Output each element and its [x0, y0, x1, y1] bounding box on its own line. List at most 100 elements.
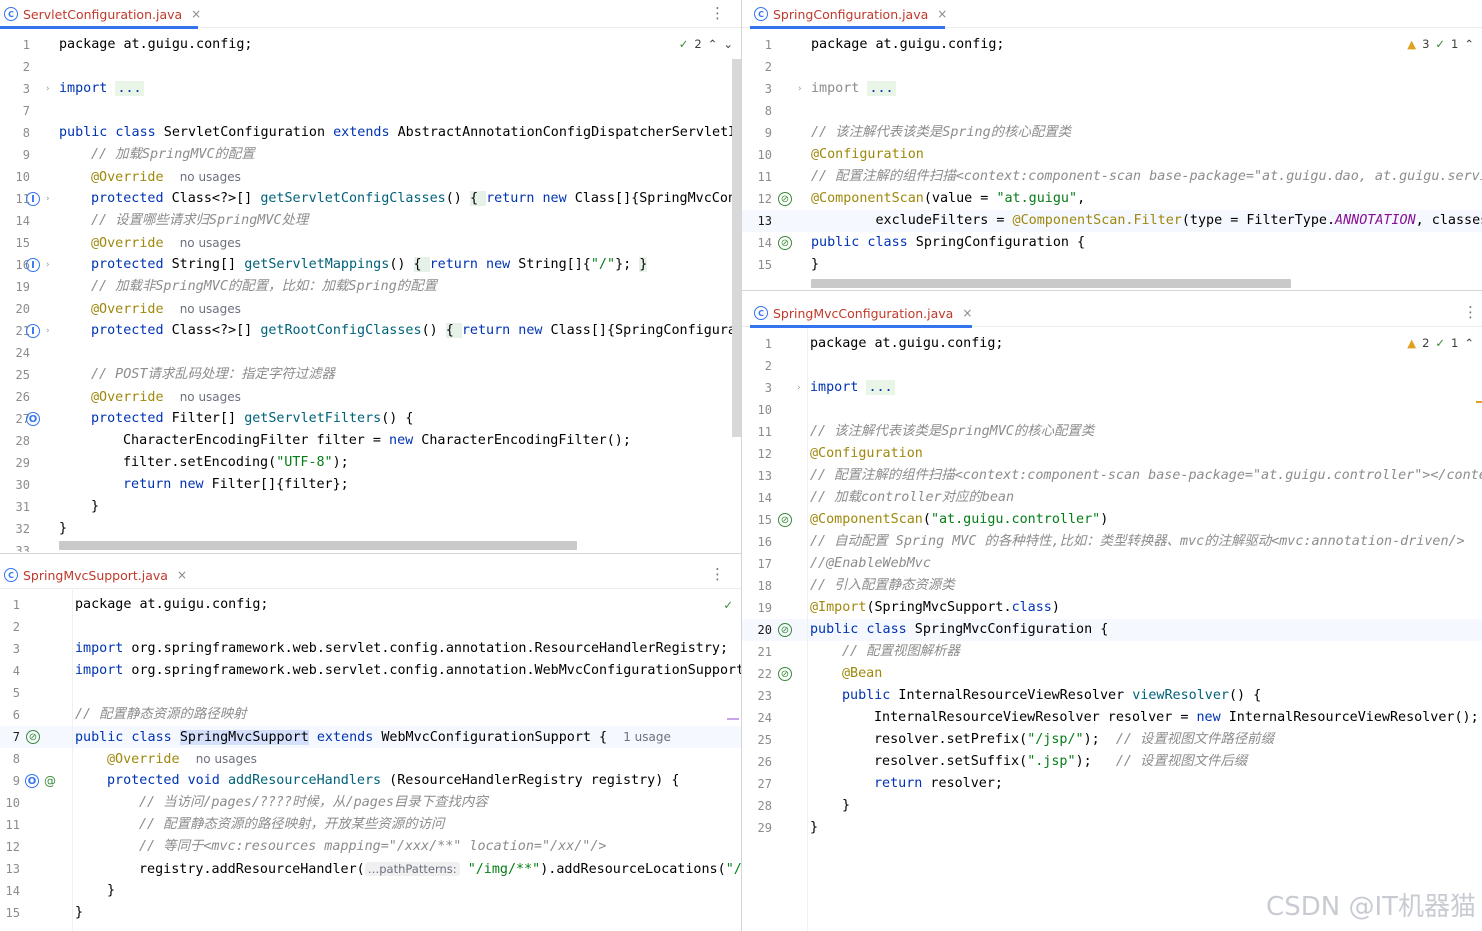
override-gutter-icon[interactable]: O — [26, 412, 40, 426]
code-line: 27 Oprotected Filter[] getServletFilters(… — [0, 408, 741, 430]
code-line: 28 CharacterEncodingFilter filter = new C… — [0, 430, 741, 452]
code-keyword: public — [842, 688, 891, 703]
fold-arrow-icon[interactable]: › — [798, 78, 802, 100]
code-keyword: return new — [429, 257, 511, 272]
code-line: 30 return new Filter[]{filter}; — [0, 474, 741, 496]
tab-spring-mvc-support[interactable]: C SpringMvcSupport.java × — [0, 561, 187, 589]
close-icon[interactable]: × — [177, 568, 187, 582]
fold-arrow-icon[interactable]: › — [46, 188, 50, 210]
line-number: 23 — [757, 689, 772, 703]
code-text: { — [413, 257, 430, 272]
code-text: } — [810, 820, 819, 835]
code-string: "/jsp/" — [1027, 732, 1084, 747]
line-number: 11 — [757, 425, 772, 439]
tab-spring-mvc-configuration[interactable]: C SpringMvcConfiguration.java × — [750, 299, 972, 328]
parameter-hint: …pathPatterns: — [364, 862, 460, 876]
code-line: 11 I › protected Class<?>[] getServletConfi… — [0, 188, 741, 210]
code-editor[interactable]: ✓ 1 package at.guigu.config; 2 3 import or… — [0, 590, 741, 931]
tab-bar: C ServletConfiguration.java × ⋮ — [0, 0, 741, 29]
code-line: 11 // 配置静态资源的路径映射，开放某些资源的访问 — [0, 814, 741, 836]
fold-arrow-icon[interactable]: › — [46, 78, 50, 100]
code-line: 16 I › protected String[] getServletMapping… — [0, 254, 741, 276]
code-method: getServletFilters — [244, 411, 382, 426]
editor-pane-spring-configuration: C SpringConfiguration.java × ▲ 3 ✓ 1 ⌃ 1 pa… — [742, 0, 1482, 290]
pane-divider[interactable] — [742, 290, 1482, 291]
line-number: 8 — [12, 752, 20, 766]
line-number: 10 — [15, 170, 30, 184]
override-gutter-icon[interactable]: O — [25, 774, 39, 788]
code-text: ); — [1075, 754, 1116, 769]
line-number: 3 — [22, 82, 30, 96]
gutter-separator — [72, 590, 73, 931]
usage-hint[interactable]: no usages — [180, 390, 241, 404]
usage-hint[interactable]: no usages — [196, 752, 257, 766]
usage-hint[interactable]: 1 usage — [623, 730, 671, 744]
usage-hint[interactable]: no usages — [180, 170, 241, 184]
code-annotation: @Override — [91, 170, 164, 185]
line-number: 29 — [15, 456, 30, 470]
bean-gutter-icon[interactable]: ⊘ — [778, 513, 792, 527]
code-text: } — [91, 499, 100, 514]
line-number: 17 — [757, 557, 772, 571]
horizontal-scrollbar[interactable] — [811, 279, 1291, 288]
line-number: 30 — [15, 478, 30, 492]
line-number: 19 — [15, 280, 30, 294]
gutter-separator — [807, 328, 808, 931]
bean-gutter-icon[interactable]: ⊘ — [778, 667, 792, 681]
more-options-icon[interactable]: ⋮ — [710, 4, 725, 22]
fold-arrow-icon[interactable]: › — [46, 254, 50, 276]
fold-arrow-icon[interactable]: › — [797, 377, 801, 399]
code-line-current: 13 excludeFilters = @ComponentScan.Filte… — [742, 210, 1482, 232]
pane-divider[interactable] — [0, 553, 741, 554]
folded-imports[interactable]: ... — [115, 81, 144, 96]
code-keyword: import — [59, 81, 108, 96]
usage-hint[interactable]: no usages — [180, 302, 241, 316]
override-gutter-icon[interactable]: I — [26, 192, 40, 206]
tab-spring-configuration[interactable]: C SpringConfiguration.java × — [750, 0, 947, 29]
code-line: 9 O @ protected void addResourceHandlers (R… — [0, 770, 741, 792]
close-icon[interactable]: × — [191, 7, 201, 21]
tab-bar: C SpringConfiguration.java × — [742, 0, 1482, 29]
tab-label: SpringMvcConfiguration.java — [773, 305, 954, 321]
usage-hint[interactable]: no usages — [180, 236, 241, 250]
code-annotation: @Configuration — [811, 147, 924, 162]
code-text: Class<?>[] — [163, 323, 261, 338]
code-comment: // 自动配置 Spring MVC 的各种特性,比如：类型转换器、mvc的注解… — [810, 534, 1465, 549]
code-line: 2 — [742, 56, 1482, 78]
tab-servlet-configuration[interactable]: C ServletConfiguration.java × — [0, 0, 201, 29]
code-text: package at.guigu.config; — [811, 37, 1005, 52]
code-text: } — [75, 905, 84, 920]
code-line: 14 // 设置哪些请求归SpringMVC处理 — [0, 210, 741, 232]
line-number: 20 — [15, 302, 30, 316]
fold-arrow-icon[interactable]: › — [46, 320, 50, 342]
code-line: 28} — [742, 795, 1482, 817]
code-keyword: protected void — [107, 773, 220, 788]
bean-gutter-icon[interactable]: ⊘ — [778, 236, 792, 250]
override-gutter-icon[interactable]: I — [26, 324, 40, 338]
code-editor[interactable]: ▲ 3 ✓ 1 ⌃ 1 package at.guigu.config; 2 3 › im… — [742, 29, 1482, 290]
code-editor[interactable]: ✓ 2 ⌃ ⌄ 1 package at.guigu.config; 2 3 › imp… — [0, 29, 741, 553]
horizontal-scrollbar[interactable] — [59, 541, 577, 550]
folded-imports[interactable]: ... — [866, 380, 895, 395]
close-icon[interactable]: × — [937, 7, 947, 21]
bean-gutter-icon[interactable]: ⊘ — [778, 623, 792, 637]
bean-gutter-icon[interactable]: ⊘ — [26, 730, 40, 744]
line-number: 27 — [757, 777, 772, 791]
at-gutter-icon[interactable]: @ — [43, 774, 57, 788]
more-options-icon[interactable]: ⋮ — [710, 565, 725, 583]
code-editor[interactable]: ▲ 2 ✓ 1 ⌃ 1 package at.guigu.config; 2 3 › im… — [742, 328, 1482, 931]
more-options-icon[interactable]: ⋮ — [1463, 303, 1478, 321]
code-text: (SpringMvcSupport. — [866, 600, 1012, 615]
code-line: 18 // 引入配置静态资源类 — [742, 575, 1482, 597]
folded-imports[interactable]: ... — [867, 81, 896, 96]
vertical-scrollbar[interactable] — [732, 59, 741, 437]
override-gutter-icon[interactable]: I — [26, 258, 40, 272]
close-icon[interactable]: × — [962, 306, 972, 320]
bean-gutter-icon[interactable]: ⊘ — [778, 192, 792, 206]
code-text: registry.addResourceHandler( — [139, 862, 365, 877]
code-text: } — [811, 257, 820, 272]
code-line: 20 @Override no usages — [0, 298, 741, 320]
code-keyword: extends — [316, 730, 374, 745]
code-line: 12 // 等同于<mvc:resources mapping="/xxx/**"… — [0, 836, 741, 858]
